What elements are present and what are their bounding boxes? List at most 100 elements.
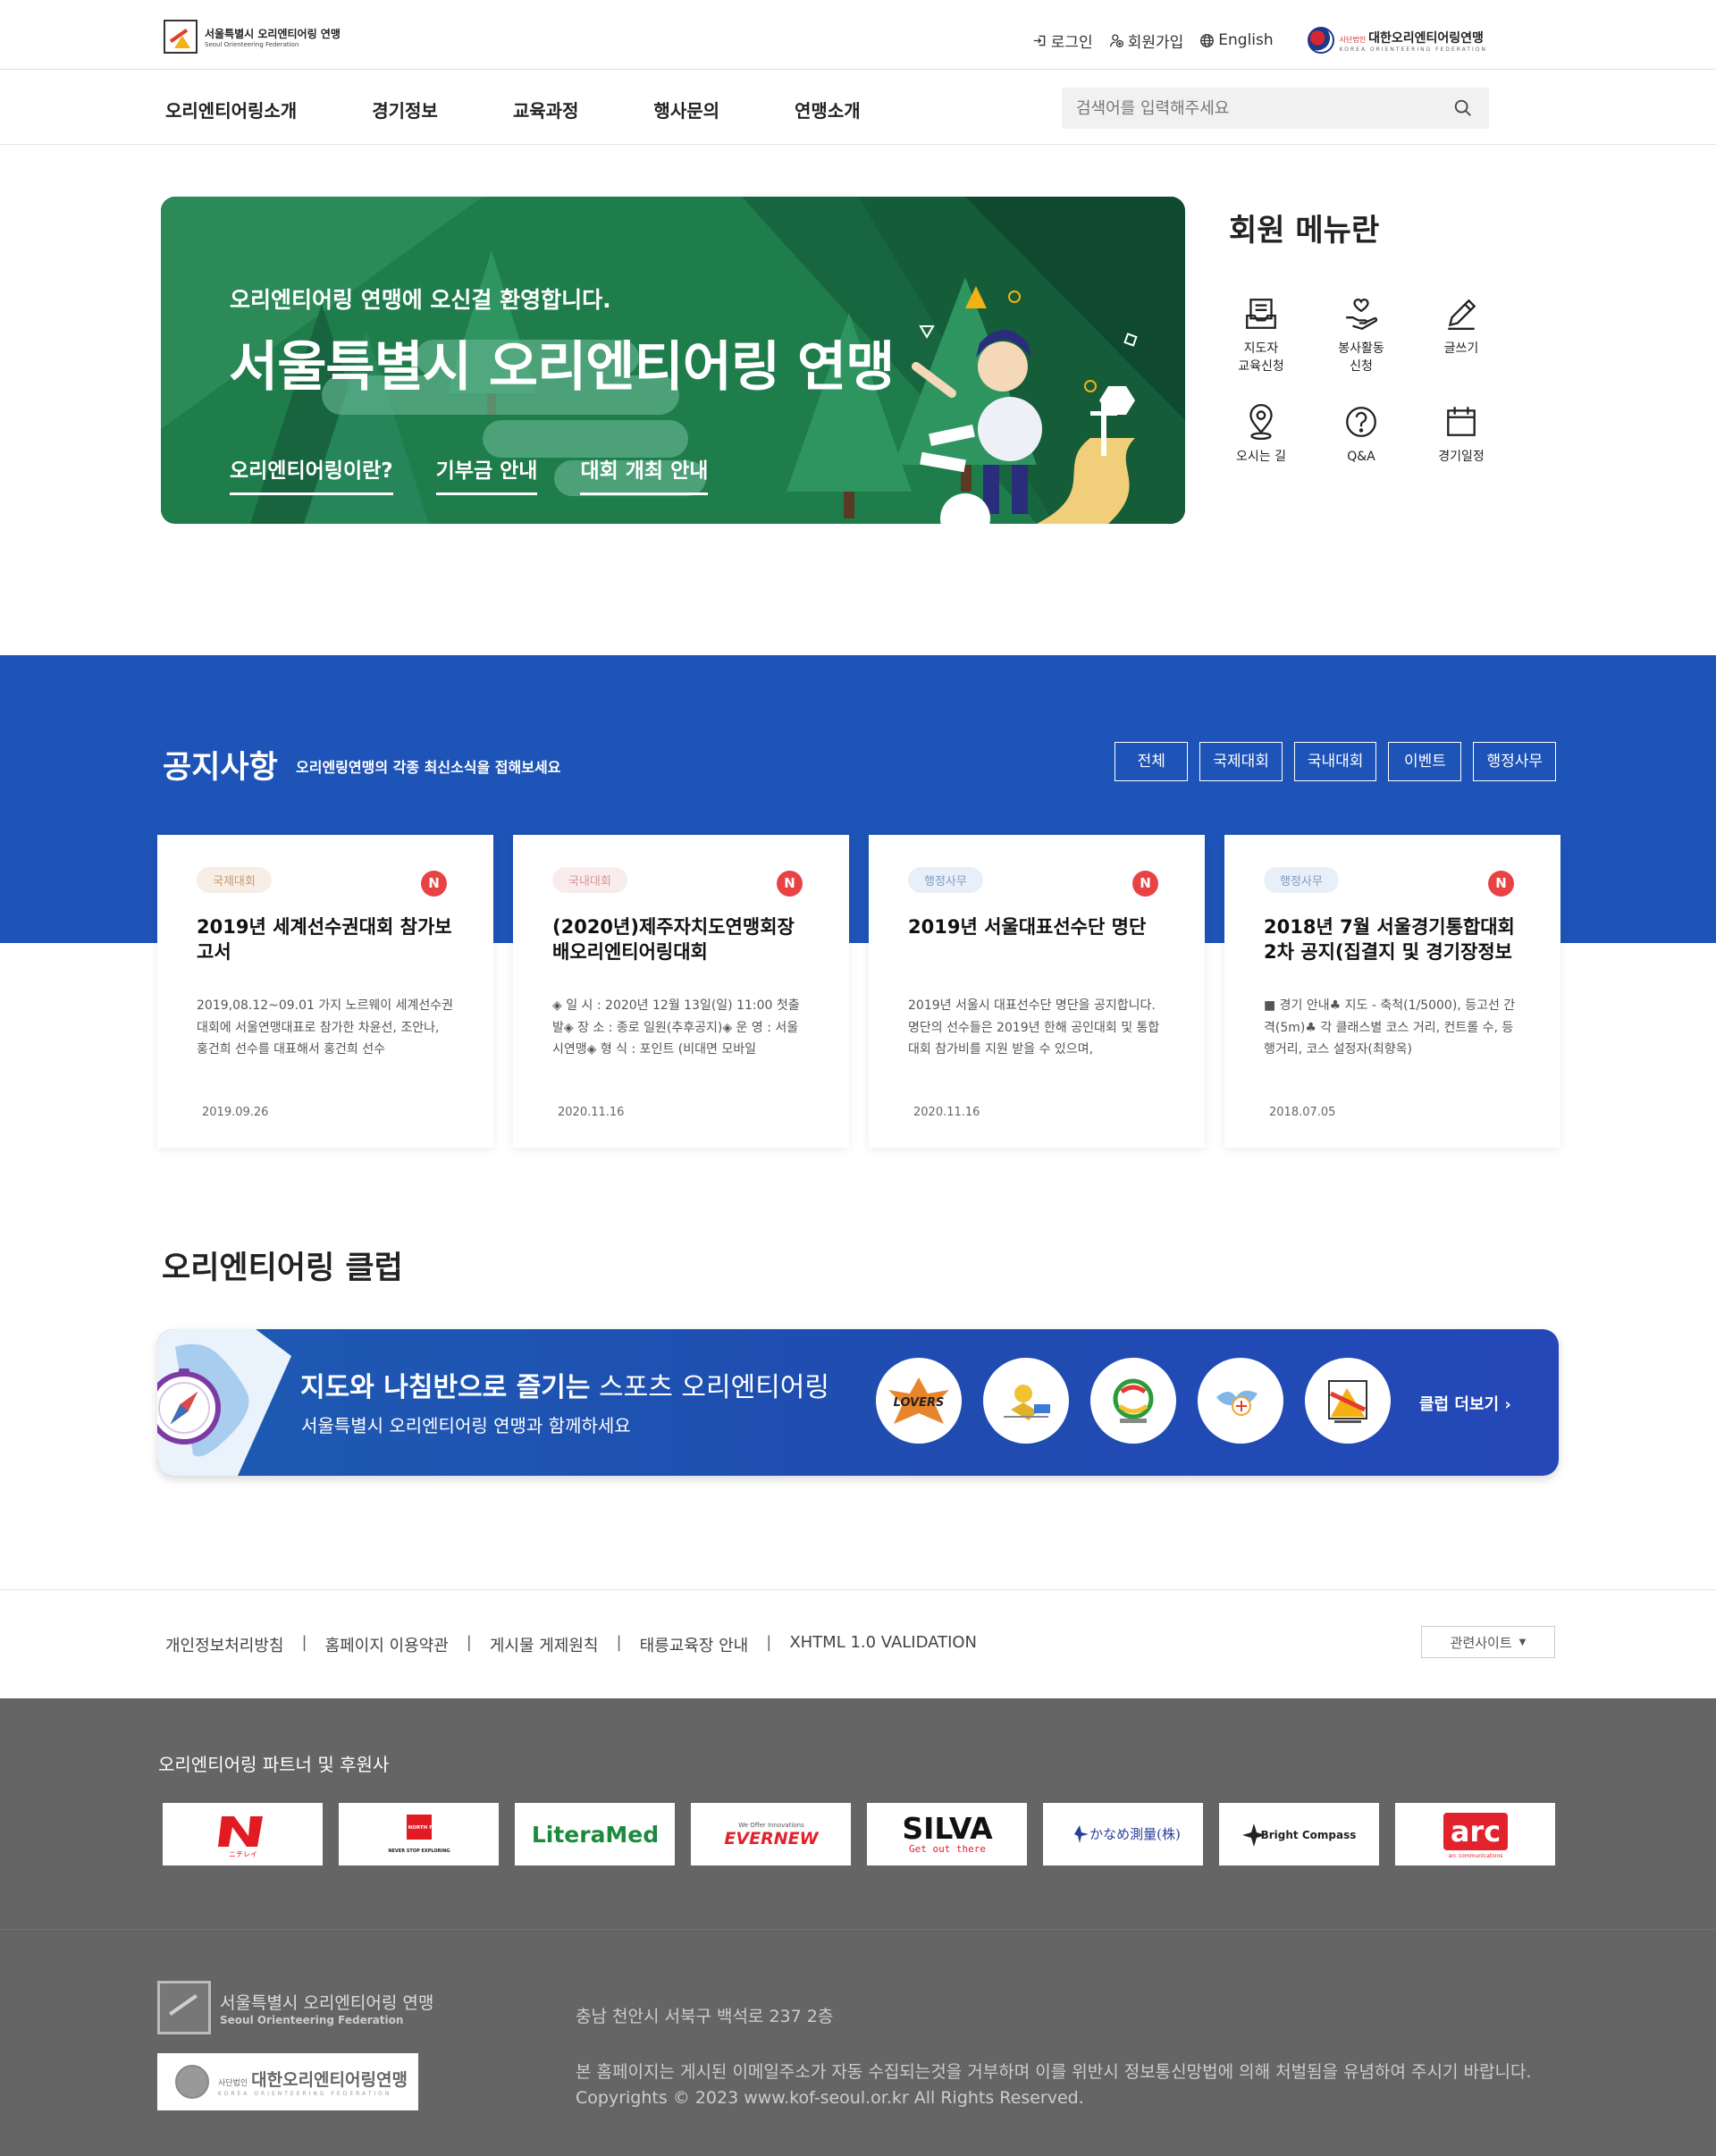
notice-card-title: 2019년 세계선수권대회 참가보고서 [197, 916, 452, 964]
footer-link-training-center[interactable]: 태릉교육장 안내 [640, 1633, 749, 1656]
notice-card[interactable]: 행정사무 N 2018년 7월 서울경기통합대회 2차 공지(집결지 및 경기장… [1224, 835, 1560, 1148]
member-menu-leader-education[interactable]: 지도자 교육신청 [1211, 295, 1311, 376]
member-menu-label: 경기일정 [1438, 449, 1485, 464]
signup-label: 회원가입 [1127, 33, 1184, 52]
category-badge: 행정사무 [1264, 867, 1339, 893]
pencil-icon [1448, 299, 1476, 330]
club-headline-bold: 지도와 나침반으로 즐기는 [300, 1372, 591, 1403]
club-logo-5[interactable] [1305, 1358, 1391, 1444]
partner-logo-kaname[interactable]: かなめ測量(株) [1043, 1803, 1203, 1865]
hero-subtitle: 오리엔티어링 연맹에 오신걸 환영합니다. [230, 287, 611, 313]
member-menu-qna[interactable]: Q&A [1311, 403, 1411, 466]
footer-logo-title: 서울특별시 오리엔티어링 연맹 [220, 1992, 434, 2013]
partners-title: 오리엔티어링 파트너 및 후원사 [158, 1754, 390, 1775]
partner-name: THE NORTH FACE [395, 1825, 442, 1831]
nav-item-intro[interactable]: 오리엔티어링소개 [165, 97, 297, 122]
tab-domestic[interactable]: 국내대회 [1293, 742, 1377, 781]
notice-card[interactable]: 국제대회 N 2019년 세계선수권대회 참가보고서 2019,08.12~09… [157, 835, 493, 1148]
hero-link-about-orienteering[interactable]: 오리엔티어링이란? [230, 453, 393, 495]
member-menu-volunteer[interactable]: 봉사활동 신청 [1311, 295, 1411, 376]
map-pin-icon [1249, 403, 1273, 440]
partner-logo-silva[interactable]: SILVA Get out there [867, 1803, 1027, 1865]
footer-logo-kof: 사단법인 대한오리엔티어링연맹 KOREA ORIENTEERING FEDERA… [157, 2053, 418, 2110]
signup-link[interactable]: 회원가입 [1109, 29, 1184, 52]
hero-link-donation[interactable]: 기부금 안내 [435, 453, 538, 495]
nav-item-event-inquiry[interactable]: 행사문의 [653, 97, 719, 122]
hero-link-host-event[interactable]: 대회 개최 안내 [580, 453, 709, 495]
arc-logo-icon: arc arc communications [1443, 1813, 1508, 1859]
partner-logo-the-north-face[interactable]: THE NORTH FACE NEVER STOP EXPLORING [339, 1803, 499, 1865]
nav-item-education[interactable]: 교육과정 [513, 97, 579, 122]
site-logo[interactable]: 서울특별시 오리엔티어링 연맹 Seoul Orienteering Feder… [164, 20, 341, 54]
federation-emblem-icon [164, 20, 198, 54]
club-logo-lovers[interactable]: LOVERS [876, 1358, 962, 1444]
notice-card[interactable]: 국내대회 N (2020년)제주자치도연맹회장배오리엔티어링대회 ◈ 일 시 :… [513, 835, 849, 1148]
partner-name: arc [1450, 1815, 1500, 1849]
footer-link-terms[interactable]: 홈페이지 이용약관 [325, 1633, 449, 1656]
partner-tagline: arc communications [1448, 1853, 1502, 1859]
search-icon[interactable] [1453, 98, 1473, 118]
club-logo-3[interactable] [1090, 1358, 1176, 1444]
nav-item-competition[interactable]: 경기정보 [372, 97, 438, 122]
member-menu-directions[interactable]: 오시는 길 [1211, 403, 1311, 466]
footer-logo-subtitle: Seoul Orienteering Federation [220, 2013, 404, 2026]
search-input[interactable] [1062, 88, 1419, 129]
partner-logo-literamed[interactable]: LiteraMed [515, 1803, 675, 1865]
utility-menu: 로그인 회원가입 English 사단법인 대한오리엔티어링연맹 KOREA OR… [1032, 27, 1487, 54]
partner-name: Bright Compass [1260, 1829, 1356, 1841]
new-badge: N [421, 871, 447, 897]
logo-title: 서울특별시 오리엔티어링 연맹 [205, 27, 341, 40]
lovers-logo-icon: LOVERS [888, 1377, 949, 1424]
login-link[interactable]: 로그인 [1032, 29, 1093, 52]
partner-logo-arc[interactable]: arc arc communications [1395, 1803, 1555, 1865]
language-link[interactable]: English [1199, 31, 1274, 49]
north-face-logo-icon: THE NORTH FACE NEVER STOP EXPLORING [388, 1815, 450, 1854]
notice-card-title: 2019년 서울대표선수단 명단 [908, 916, 1147, 938]
partner-logo-bright-compass[interactable]: Bright Compass [1219, 1803, 1379, 1865]
partner-logo-nichirei[interactable]: ニチレイ [163, 1803, 323, 1865]
kof-logo[interactable]: 사단법인 대한오리엔티어링연맹 KOREA ORIENTEERING FEDERA… [1307, 27, 1487, 54]
member-menu-label: 지도자 교육신청 [1238, 341, 1284, 375]
partner-name: ニチレイ [229, 1850, 257, 1858]
lovers-label: LOVERS [894, 1396, 945, 1410]
club-headline: 지도와 나침반으로 즐기는 스포츠 오리엔티어링 [300, 1365, 829, 1404]
tab-international[interactable]: 국제대회 [1199, 742, 1283, 781]
tab-administration[interactable]: 행정사무 [1473, 742, 1556, 781]
kof-tagline: KOREA ORIENTEERING FEDERATION [1339, 46, 1487, 53]
kof-emblem-icon [175, 2065, 209, 2099]
club-logo-list: LOVERS [876, 1358, 1391, 1444]
calendar-icon [1447, 406, 1476, 436]
club-more-link[interactable]: 클럽 더보기 › [1419, 1392, 1511, 1415]
partner-logo-list: ニチレイ THE NORTH FACE NEVER STOP EXPLORING … [163, 1803, 1555, 1865]
partner-name: SILVA [902, 1812, 993, 1846]
partner-name: LiteraMed [531, 1822, 658, 1848]
club-logo-2[interactable] [983, 1358, 1069, 1444]
tab-event[interactable]: 이벤트 [1388, 742, 1462, 781]
partner-logo-evernew[interactable]: We Offer Innovations EVERNEW [691, 1803, 851, 1865]
nav-item-federation[interactable]: 연맹소개 [795, 97, 861, 122]
footer-link-posting-policy[interactable]: 게시물 게제원칙 [490, 1633, 599, 1656]
tab-all[interactable]: 전체 [1115, 742, 1189, 781]
logo-subtitle: Seoul Orienteering Federation [205, 40, 299, 48]
notice-card[interactable]: 행정사무 N 2019년 서울대표선수단 명단 2019년 서울시 대표선수단 … [869, 835, 1205, 1148]
footer-kof-name: 대한오리엔티어링연맹 [251, 2070, 408, 2090]
club-more-label: 클럽 더보기 [1419, 1395, 1500, 1414]
notice-card-title: (2020년)제주자치도연맹회장배오리엔티어링대회 [552, 916, 795, 964]
footer-logo-seoul: 서울특별시 오리엔티어링 연맹 Seoul Orienteering Feder… [157, 1981, 433, 2034]
notice-card-body: 2019년 서울시 대표선수단 명단을 공지합니다.명단의 선수들은 2019년… [908, 998, 1160, 1057]
notice-title: 공지사항 [163, 750, 278, 786]
club-subline: 서울특별시 오리엔티어링 연맹과 함께하세요 [301, 1415, 631, 1436]
club-logo-icon [1113, 1378, 1154, 1423]
footer-link-xhtml-validation[interactable]: XHTML 1.0 VALIDATION [789, 1633, 977, 1656]
language-label: English [1218, 31, 1274, 49]
member-menu-write[interactable]: 글쓰기 [1411, 295, 1511, 376]
footer-email-notice: 본 홈페이지는 게시된 이메일주소가 자동 수집되는것을 거부하며 이를 위반시… [576, 2062, 1532, 2082]
top-bar: 서울특별시 오리엔티어링 연맹 Seoul Orienteering Feder… [0, 0, 1716, 70]
notice-card-date: 2018.07.05 [1269, 1106, 1336, 1119]
new-badge: N [1132, 871, 1158, 897]
footer-link-privacy[interactable]: 개인정보처리방침 [165, 1633, 283, 1656]
nichirei-logo-icon: ニチレイ [217, 1816, 263, 1858]
club-logo-4[interactable] [1198, 1358, 1283, 1444]
member-menu-schedule[interactable]: 경기일정 [1411, 403, 1511, 466]
related-sites-select[interactable]: 관련사이트 ▼ [1421, 1626, 1555, 1658]
